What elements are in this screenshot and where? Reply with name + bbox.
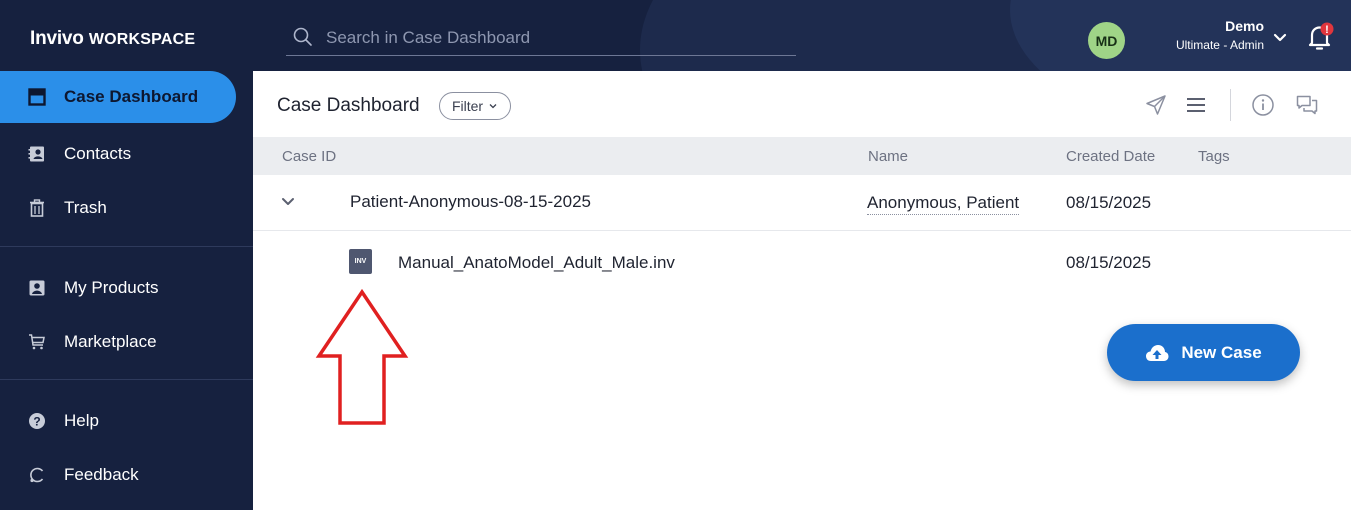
sidebar-item-my-products[interactable]: My Products xyxy=(0,262,236,314)
page-header: Case Dashboard Filter xyxy=(253,71,1351,137)
top-bar: Invivo WORKSPACE MD Demo Ultimate - Admi… xyxy=(0,0,1351,71)
search-icon xyxy=(293,27,312,46)
products-icon xyxy=(28,279,46,297)
brand-main: Invivo xyxy=(30,28,84,49)
search-input[interactable] xyxy=(326,26,786,50)
created-date-cell: 08/15/2025 xyxy=(1066,193,1152,212)
alert-badge: ! xyxy=(1325,24,1329,36)
main-content: Case Dashboard Filter Case ID Name Creat… xyxy=(253,71,1351,510)
table-header: Case ID Name Created Date Tags xyxy=(253,137,1351,175)
new-case-button[interactable]: New Case xyxy=(1107,324,1300,381)
column-header-name[interactable]: Name xyxy=(868,148,908,165)
feedback-icon xyxy=(28,466,46,484)
case-id-cell[interactable]: Patient-Anonymous-08-15-2025 xyxy=(350,192,591,212)
sidebar-divider xyxy=(0,246,253,247)
user-menu[interactable]: Demo Ultimate - Admin xyxy=(1140,17,1264,53)
table-row[interactable]: Patient-Anonymous-08-15-2025 Anonymous, … xyxy=(253,175,1351,231)
sidebar-item-help[interactable]: ? Help xyxy=(0,395,236,447)
comments-icon[interactable] xyxy=(1293,91,1321,119)
sidebar-item-label: My Products xyxy=(64,278,159,297)
help-icon: ? xyxy=(28,412,46,430)
avatar[interactable]: MD xyxy=(1088,22,1125,59)
sidebar-item-feedback[interactable]: Feedback xyxy=(0,449,236,501)
sidebar: Case Dashboard Contacts Trash My Product… xyxy=(0,71,253,510)
column-header-created-date[interactable]: Created Date xyxy=(1066,148,1155,165)
user-role: Ultimate - Admin xyxy=(1175,38,1264,52)
column-header-tags[interactable]: Tags xyxy=(1198,148,1230,165)
filter-button[interactable]: Filter xyxy=(439,92,511,120)
annotation-arrow-icon xyxy=(315,288,409,425)
created-date-cell: 08/15/2025 xyxy=(1066,253,1152,272)
trash-icon xyxy=(28,199,46,217)
sidebar-item-label: Marketplace xyxy=(64,332,157,351)
column-header-case-id[interactable]: Case ID xyxy=(282,148,336,165)
sidebar-item-marketplace[interactable]: Marketplace xyxy=(0,316,236,368)
bell-icon[interactable]: ! xyxy=(1303,20,1337,54)
chevron-down-icon xyxy=(489,104,497,109)
sidebar-item-label: Help xyxy=(64,411,99,430)
toolbar-separator xyxy=(1230,89,1231,121)
search-bar[interactable] xyxy=(286,22,796,56)
app-logo[interactable]: Invivo WORKSPACE xyxy=(30,28,195,50)
sidebar-item-label: Case Dashboard xyxy=(64,87,199,106)
user-name: Demo xyxy=(1225,18,1264,34)
sidebar-item-label: Feedback xyxy=(64,465,139,484)
send-icon[interactable] xyxy=(1142,91,1170,119)
info-icon[interactable] xyxy=(1249,91,1277,119)
svg-text:?: ? xyxy=(33,415,40,429)
contacts-icon xyxy=(28,145,46,163)
table-row-file[interactable]: INV Manual_AnatoModel_Adult_Male.inv 08/… xyxy=(253,231,1351,293)
dashboard-icon xyxy=(28,88,46,106)
sidebar-item-label: Trash xyxy=(64,198,107,217)
brand-sub: WORKSPACE xyxy=(88,31,196,48)
sidebar-item-contacts[interactable]: Contacts xyxy=(0,128,236,180)
sidebar-item-case-dashboard[interactable]: Case Dashboard xyxy=(0,71,236,123)
page-title: Case Dashboard xyxy=(277,95,420,116)
filter-label: Filter xyxy=(451,98,484,114)
patient-name-cell[interactable]: Anonymous, Patient xyxy=(867,193,1020,215)
cart-icon xyxy=(28,333,46,351)
file-name-cell[interactable]: Manual_AnatoModel_Adult_Male.inv xyxy=(398,253,675,273)
sidebar-divider xyxy=(0,379,253,380)
sidebar-item-label: Contacts xyxy=(64,144,132,163)
inv-file-icon: INV xyxy=(349,249,372,274)
sidebar-item-trash[interactable]: Trash xyxy=(0,182,236,234)
cloud-upload-icon xyxy=(1146,344,1169,361)
chevron-down-icon[interactable] xyxy=(279,193,297,211)
new-case-label: New Case xyxy=(1181,342,1262,362)
chevron-down-icon[interactable] xyxy=(1272,30,1288,46)
list-view-icon[interactable] xyxy=(1182,91,1210,119)
